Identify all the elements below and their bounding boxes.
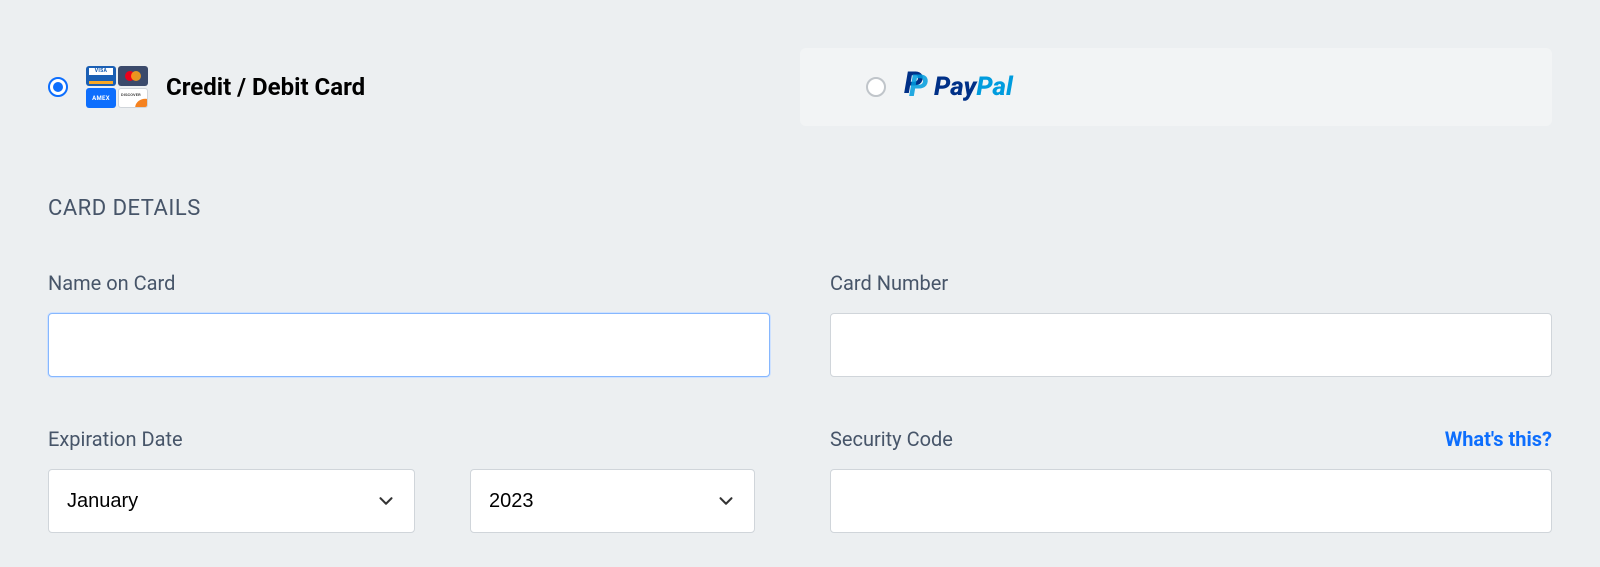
expiration-year-wrap: 2023	[470, 469, 755, 533]
payment-form-container: DISCOVER Credit / Debit Card P P PayPal …	[0, 0, 1600, 533]
expiration-month-wrap: January	[48, 469, 415, 533]
expiration-date-label: Expiration Date	[48, 427, 770, 451]
amex-icon	[86, 88, 116, 108]
name-on-card-label: Name on Card	[48, 271, 770, 295]
card-radio[interactable]	[48, 77, 68, 97]
card-number-label: Card Number	[830, 271, 1552, 295]
security-code-field: Security Code What's this?	[830, 427, 1552, 533]
expiration-date-field: Expiration Date January 2023	[48, 427, 770, 533]
paypal-logo-icon: P P PayPal	[904, 72, 1013, 102]
expiration-year-select[interactable]: 2023	[470, 469, 755, 533]
expiration-month-select[interactable]: January	[48, 469, 415, 533]
payment-option-paypal[interactable]: P P PayPal	[800, 48, 1552, 126]
paypal-radio[interactable]	[866, 77, 886, 97]
mastercard-icon	[118, 66, 148, 86]
card-option-label: Credit / Debit Card	[166, 73, 365, 101]
card-details-form: Name on Card Card Number Expiration Date…	[48, 271, 1552, 533]
card-number-field: Card Number	[830, 271, 1552, 377]
payment-method-selector: DISCOVER Credit / Debit Card P P PayPal	[48, 48, 1552, 126]
whats-this-link[interactable]: What's this?	[1445, 427, 1552, 451]
discover-icon: DISCOVER	[118, 88, 148, 108]
security-code-label: Security Code	[830, 427, 953, 451]
name-on-card-field: Name on Card	[48, 271, 770, 377]
visa-icon	[86, 66, 116, 86]
card-details-heading: CARD DETAILS	[48, 196, 1552, 221]
name-on-card-input[interactable]	[48, 313, 770, 377]
card-number-input[interactable]	[830, 313, 1552, 377]
security-code-input[interactable]	[830, 469, 1552, 533]
payment-option-card[interactable]: DISCOVER Credit / Debit Card	[48, 48, 800, 126]
card-brand-icons: DISCOVER	[86, 66, 148, 108]
